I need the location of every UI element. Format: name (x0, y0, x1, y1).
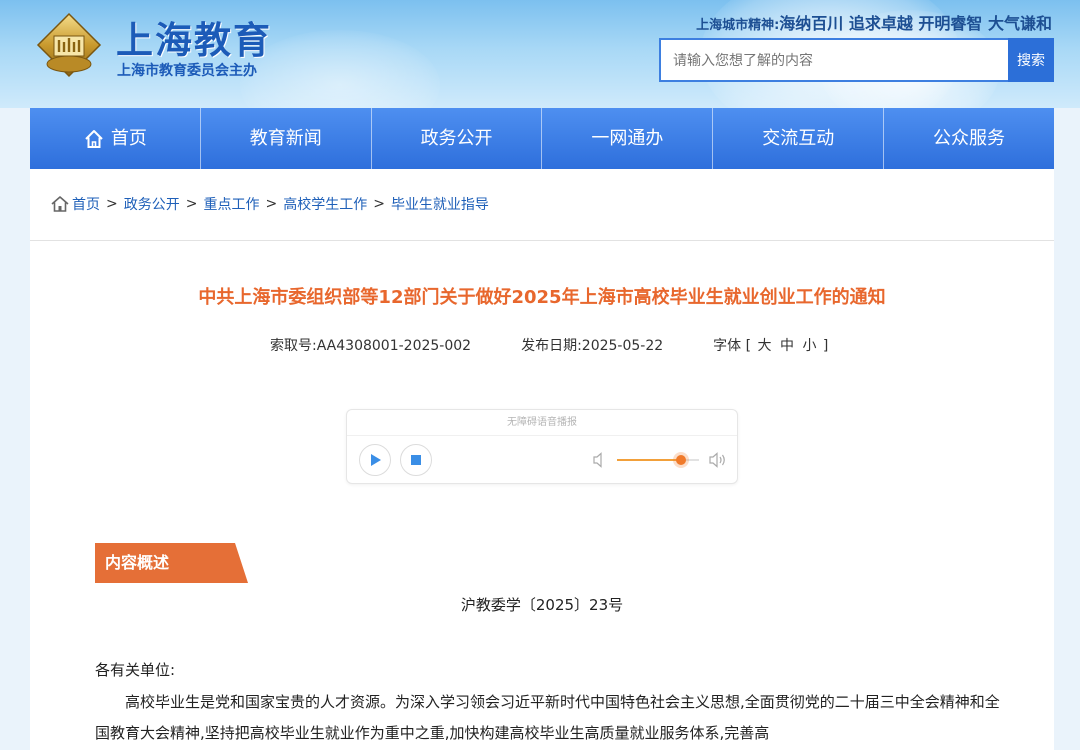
nav-item-government-affairs[interactable]: 政务公开 (372, 108, 543, 169)
stop-icon (411, 455, 421, 465)
breadcrumb-separator: > (106, 196, 118, 212)
font-size-control: 字体 [ 大 中 小 ] (713, 335, 828, 355)
index-label: 索取号: (270, 338, 317, 354)
play-icon (371, 454, 381, 466)
site-subtitle: 上海市教育委员会主办 (117, 63, 257, 79)
nav-item-education-news[interactable]: 教育新闻 (201, 108, 372, 169)
nav-label: 首页 (110, 128, 147, 149)
player-title: 无障碍语音播报 (347, 410, 737, 436)
content-panel: 首页 > 政务公开 > 重点工作 > 高校学生工作 > 毕业生就业指导 中共上海… (30, 169, 1054, 750)
home-icon (85, 129, 103, 148)
volume-slider[interactable] (617, 455, 699, 465)
shanghai-education-logo-icon[interactable] (34, 12, 104, 78)
article-meta: 索取号:AA4308001-2025-002 发布日期:2025-05-22 字… (270, 335, 828, 355)
nav-label: 一网通办 (591, 128, 664, 149)
salutation: 各有关单位: (95, 661, 176, 679)
nav-label: 政务公开 (420, 128, 493, 149)
date-label: 发布日期: (521, 338, 582, 354)
document-number: 沪教委学〔2025〕23号 (460, 596, 624, 614)
date-value: 2025-05-22 (581, 338, 664, 354)
font-size-label: 字体 [ (713, 338, 752, 354)
font-size-small-link[interactable]: 小 (802, 338, 816, 354)
nav-item-one-stop-service[interactable]: 一网通办 (542, 108, 714, 169)
stop-button[interactable] (400, 444, 432, 476)
breadcrumb-government-affairs[interactable]: 政务公开 (124, 194, 180, 214)
play-button[interactable] (359, 444, 391, 476)
search-button[interactable]: 搜索 (1008, 38, 1054, 82)
article-body-paragraph: 高校毕业生是党和国家宝贵的人才资源。为深入学习领会习近平新时代中国特色社会主义思… (95, 693, 1000, 742)
nav-label: 教育新闻 (249, 128, 322, 149)
article-title: 中共上海市委组织部等12部门关于做好2025年上海市高校毕业生就业创业工作的通知 (198, 287, 886, 308)
volume-slider-fill (617, 459, 681, 461)
breadcrumb-separator: > (185, 196, 198, 212)
breadcrumb-student-work[interactable]: 高校学生工作 (283, 194, 367, 214)
index-value: AA4308001-2025-002 (316, 338, 472, 354)
volume-high-icon[interactable] (709, 452, 727, 468)
city-spirit-label: 上海城市精神: (696, 18, 780, 33)
city-spirit-slogan: 上海城市精神:海纳百川 追求卓越 开明睿智 大气谦和 (696, 10, 1052, 34)
publish-date: 发布日期:2025-05-22 (521, 335, 663, 355)
breadcrumb-home[interactable]: 首页 (72, 194, 100, 214)
volume-low-icon[interactable] (593, 452, 607, 468)
font-size-medium-link[interactable]: 中 (780, 338, 794, 354)
nav-item-public-services[interactable]: 公众服务 (884, 108, 1054, 169)
font-size-close: ] (822, 338, 829, 354)
city-spirit-text: 海纳百川 追求卓越 开明睿智 大气谦和 (779, 14, 1052, 33)
breadcrumb-graduate-employment[interactable]: 毕业生就业指导 (391, 194, 489, 214)
site-title[interactable]: 上海教育 (116, 10, 272, 64)
search-input[interactable] (659, 38, 1008, 82)
breadcrumb-separator: > (265, 196, 278, 212)
breadcrumb-separator: > (373, 196, 385, 212)
divider (30, 240, 1054, 241)
breadcrumb: 首页 > 政务公开 > 重点工作 > 高校学生工作 > 毕业生就业指导 (50, 194, 489, 214)
nav-item-interaction[interactable]: 交流互动 (713, 108, 885, 169)
summary-tab: 内容概述 (95, 543, 248, 583)
accessible-audio-player: 无障碍语音播报 (346, 409, 738, 484)
home-icon[interactable] (50, 195, 70, 213)
breadcrumb-key-work[interactable]: 重点工作 (203, 194, 259, 214)
nav-label: 交流互动 (762, 128, 835, 149)
font-size-large-link[interactable]: 大 (758, 338, 772, 354)
site-header: 上海教育 上海市教育委员会主办 上海城市精神:海纳百川 追求卓越 开明睿智 大气… (0, 0, 1080, 108)
nav-item-home[interactable]: 首页 (30, 108, 201, 169)
main-nav: 首页 教育新闻 政务公开 一网通办 交流互动 公众服务 (30, 108, 1054, 169)
index-number: 索取号:AA4308001-2025-002 (270, 335, 471, 355)
volume-slider-handle[interactable] (675, 455, 686, 465)
nav-label: 公众服务 (933, 128, 1006, 149)
